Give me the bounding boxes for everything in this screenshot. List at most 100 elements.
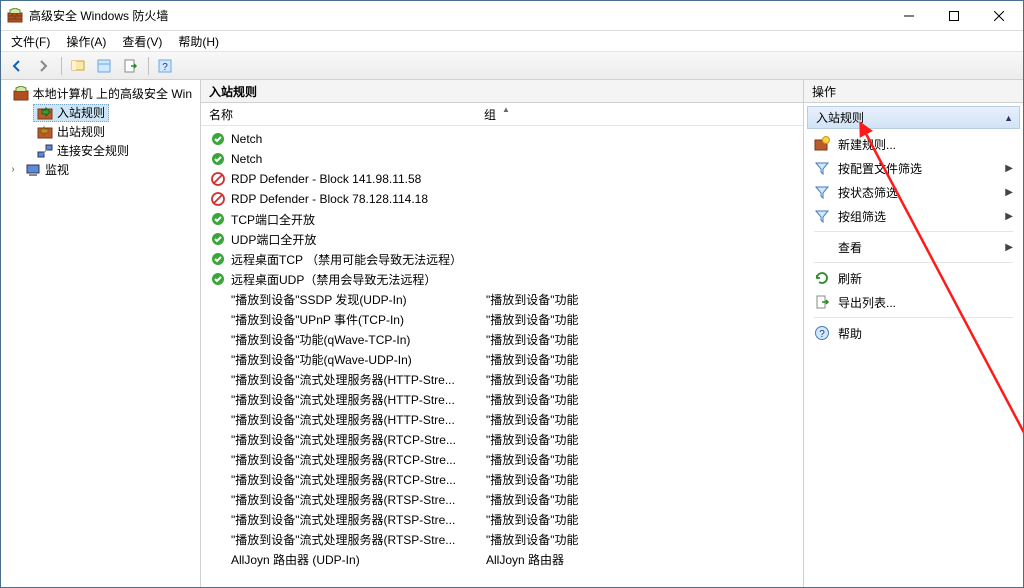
rule-name: "播放到设备"流式处理服务器(RTCP-Stre... <box>231 451 486 468</box>
rule-row[interactable]: 远程桌面TCP （禁用可能会导致无法远程） <box>211 249 803 269</box>
action-filter-state[interactable]: 按状态筛选 ▶ <box>808 180 1019 204</box>
action-filter-group[interactable]: 按组筛选 ▶ <box>808 204 1019 228</box>
monitor-icon <box>25 162 41 178</box>
rule-name: "播放到设备"流式处理服务器(RTCP-Stre... <box>231 431 486 448</box>
rule-group: "播放到设备"功能 <box>486 531 803 548</box>
properties-button[interactable] <box>92 54 116 78</box>
rule-row[interactable]: "播放到设备"流式处理服务器(RTCP-Stre..."播放到设备"功能 <box>211 429 803 449</box>
rule-status-icon <box>211 212 225 226</box>
action-help[interactable]: ? 帮助 <box>808 321 1019 345</box>
rule-status-icon <box>211 232 225 246</box>
rule-row[interactable]: 远程桌面UDP（禁用会导致无法远程） <box>211 269 803 289</box>
rule-row[interactable]: "播放到设备"UPnP 事件(TCP-In)"播放到设备"功能 <box>211 309 803 329</box>
collapse-icon[interactable]: ▲ <box>1004 113 1013 123</box>
rule-status-icon <box>211 512 225 526</box>
rule-name: Netch <box>231 152 486 166</box>
tree-label: 入站规则 <box>57 104 105 121</box>
rule-status-icon <box>211 252 225 266</box>
rule-row[interactable]: "播放到设备"SSDP 发现(UDP-In)"播放到设备"功能 <box>211 289 803 309</box>
actions-header: 操作 <box>804 80 1023 103</box>
rule-group: "播放到设备"功能 <box>486 411 803 428</box>
rule-status-icon <box>211 432 225 446</box>
rule-group: "播放到设备"功能 <box>486 431 803 448</box>
rule-row[interactable]: "播放到设备"流式处理服务器(RTSP-Stre..."播放到设备"功能 <box>211 489 803 509</box>
action-label: 新建规则... <box>838 136 896 153</box>
tree-pane[interactable]: 本地计算机 上的高级安全 Win 入站规则 出站规则 <box>1 80 201 587</box>
rule-row[interactable]: "播放到设备"功能(qWave-UDP-In)"播放到设备"功能 <box>211 349 803 369</box>
rule-group: "播放到设备"功能 <box>486 311 803 328</box>
rule-group: "播放到设备"功能 <box>486 491 803 508</box>
rule-status-icon <box>211 392 225 406</box>
rule-name: "播放到设备"流式处理服务器(RTCP-Stre... <box>231 471 486 488</box>
rule-row[interactable]: RDP Defender - Block 78.128.114.18 <box>211 189 803 209</box>
menubar: 文件(F) 操作(A) 查看(V) 帮助(H) <box>1 31 1023 52</box>
export-icon <box>814 294 830 310</box>
menu-action[interactable]: 操作(A) <box>58 31 114 52</box>
tree-label: 本地计算机 上的高级安全 Win <box>33 85 192 102</box>
separator <box>814 317 1013 318</box>
rule-row[interactable]: RDP Defender - Block 141.98.11.58 <box>211 169 803 189</box>
action-filter-profile[interactable]: 按配置文件筛选 ▶ <box>808 156 1019 180</box>
rule-row[interactable]: "播放到设备"流式处理服务器(RTCP-Stre..."播放到设备"功能 <box>211 449 803 469</box>
rule-name: "播放到设备"UPnP 事件(TCP-In) <box>231 311 486 328</box>
rule-row[interactable]: "播放到设备"流式处理服务器(HTTP-Stre..."播放到设备"功能 <box>211 389 803 409</box>
rules-list-pane: 入站规则 名称 组 ▲ NetchNetchRDP Defender - Blo… <box>201 80 803 587</box>
back-button[interactable] <box>5 54 29 78</box>
rule-row[interactable]: TCP端口全开放 <box>211 209 803 229</box>
rule-status-icon <box>211 292 225 306</box>
rule-group: "播放到设备"功能 <box>486 391 803 408</box>
column-group[interactable]: 组 <box>484 106 803 123</box>
action-view[interactable]: 查看 ▶ <box>808 235 1019 259</box>
tree-root[interactable]: 本地计算机 上的高级安全 Win <box>1 84 200 103</box>
forward-button[interactable] <box>31 54 55 78</box>
rule-name: RDP Defender - Block 78.128.114.18 <box>231 192 486 206</box>
filter-icon <box>814 208 830 224</box>
actions-pane: 操作 入站规则 ▲ 新建规则... 按配置文件筛选 ▶ 按状态筛选 ▶ <box>803 80 1023 587</box>
rule-status-icon <box>211 532 225 546</box>
connsec-icon <box>37 143 53 159</box>
action-refresh[interactable]: 刷新 <box>808 266 1019 290</box>
maximize-button[interactable] <box>931 1 976 30</box>
menu-help[interactable]: 帮助(H) <box>170 31 227 52</box>
rule-status-icon <box>211 172 225 186</box>
rule-group: "播放到设备"功能 <box>486 471 803 488</box>
filter-icon <box>814 184 830 200</box>
rule-row[interactable]: "播放到设备"流式处理服务器(RTSP-Stre..."播放到设备"功能 <box>211 529 803 549</box>
menu-view[interactable]: 查看(V) <box>114 31 170 52</box>
svg-text:?: ? <box>819 329 825 340</box>
rule-row[interactable]: "播放到设备"流式处理服务器(HTTP-Stre..."播放到设备"功能 <box>211 409 803 429</box>
action-new-rule[interactable]: 新建规则... <box>808 132 1019 156</box>
tree-monitor[interactable]: › 监视 <box>1 160 200 179</box>
export-list-button[interactable] <box>118 54 142 78</box>
rule-row[interactable]: Netch <box>211 149 803 169</box>
rule-row[interactable]: "播放到设备"流式处理服务器(RTCP-Stre..."播放到设备"功能 <box>211 469 803 489</box>
show-tree-button[interactable] <box>66 54 90 78</box>
minimize-button[interactable] <box>886 1 931 30</box>
action-export[interactable]: 导出列表... <box>808 290 1019 314</box>
help-icon: ? <box>814 325 830 341</box>
rule-name: AllJoyn 路由器 (UDP-In) <box>231 551 486 568</box>
rule-row[interactable]: UDP端口全开放 <box>211 229 803 249</box>
column-name[interactable]: 名称 <box>209 106 484 123</box>
rule-row[interactable]: AllJoyn 路由器 (UDP-In)AllJoyn 路由器 <box>211 549 803 569</box>
tree-outbound-rules[interactable]: 出站规则 <box>1 122 200 141</box>
rule-row[interactable]: Netch <box>211 129 803 149</box>
help-button[interactable]: ? <box>153 54 177 78</box>
rule-name: 远程桌面TCP （禁用可能会导致无法远程） <box>231 251 486 268</box>
menu-file[interactable]: 文件(F) <box>3 31 58 52</box>
close-button[interactable] <box>976 1 1021 30</box>
tree-inbound-rules[interactable]: 入站规则 <box>1 103 200 122</box>
rule-row[interactable]: "播放到设备"功能(qWave-TCP-In)"播放到设备"功能 <box>211 329 803 349</box>
rule-group: "播放到设备"功能 <box>486 511 803 528</box>
action-label: 按配置文件筛选 <box>838 160 922 177</box>
rules-list[interactable]: Netch Netch RDP Defender - Block 141.98.11… <box>201 126 803 587</box>
rule-group: AllJoyn 路由器 <box>486 551 803 568</box>
rule-name: "播放到设备"功能(qWave-TCP-In) <box>231 331 486 348</box>
rule-status-icon <box>211 152 225 166</box>
expand-toggle[interactable]: › <box>7 164 19 175</box>
rule-row[interactable]: "播放到设备"流式处理服务器(HTTP-Stre..."播放到设备"功能 <box>211 369 803 389</box>
column-header[interactable]: 名称 组 ▲ <box>201 103 803 126</box>
actions-section[interactable]: 入站规则 ▲ <box>807 106 1020 129</box>
rule-row[interactable]: "播放到设备"流式处理服务器(RTSP-Stre..."播放到设备"功能 <box>211 509 803 529</box>
tree-conn-security[interactable]: 连接安全规则 <box>1 141 200 160</box>
